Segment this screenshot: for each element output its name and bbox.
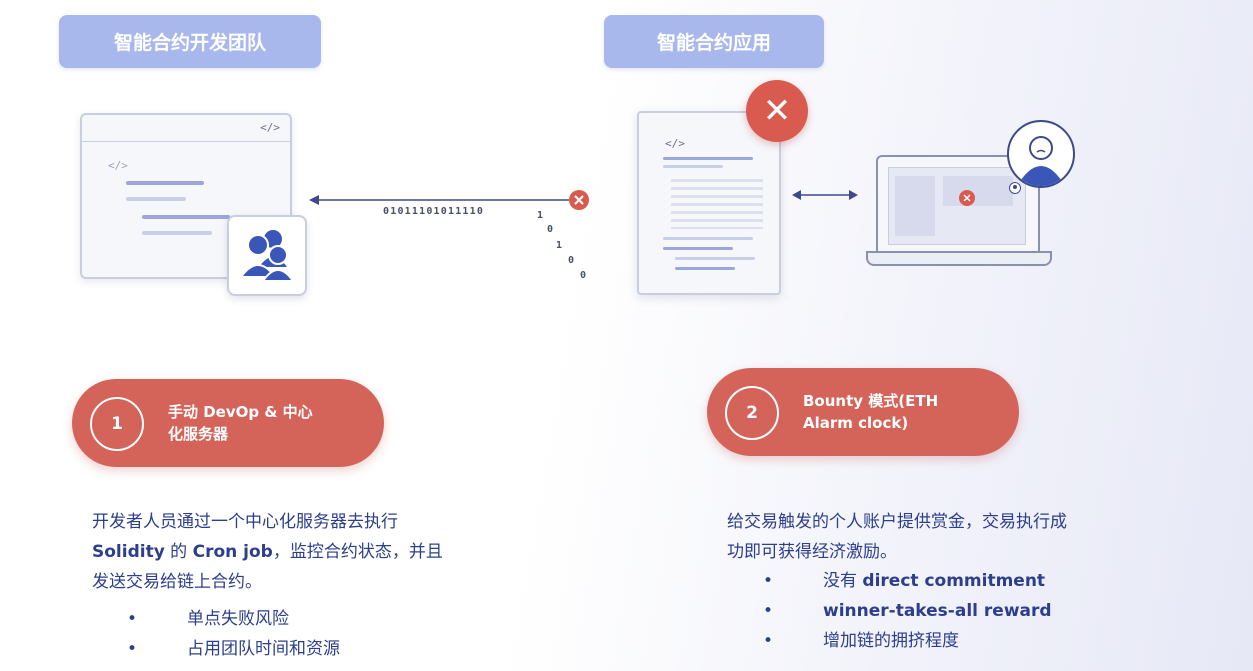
code-line (126, 197, 186, 201)
app-panel (943, 176, 1013, 206)
app-window (888, 167, 1026, 245)
close-icon: ✕ (746, 80, 808, 142)
left-bullet-list: • 单点失败风险 • 占用团队时间和资源 (127, 604, 487, 664)
laptop-base (866, 251, 1052, 266)
code-line (126, 181, 204, 185)
team-icon (239, 230, 295, 282)
step-2-pill: 2 Bounty 模式(ETH Alarm clock) (707, 368, 1019, 456)
binary-data-block (671, 179, 763, 229)
close-icon (959, 190, 975, 206)
falling-bit: 0 (568, 255, 575, 266)
code-line (142, 231, 212, 235)
code-line (675, 267, 735, 270)
step-number: 2 (725, 386, 779, 440)
transaction-arrow (309, 190, 589, 210)
code-line (142, 215, 230, 219)
code-line (663, 165, 723, 168)
falling-bit: 1 (556, 240, 563, 251)
step-1-pill: 1 手动 DevOp & 中心 化服务器 (72, 379, 384, 467)
falling-bit: 0 (547, 224, 554, 235)
code-line (663, 237, 753, 240)
falling-bit: 1 (537, 210, 544, 221)
list-item: • 单点失败风险 (127, 609, 289, 629)
contract-document: </> (637, 111, 781, 295)
list-item: • 没有 direct commitment (763, 571, 1046, 591)
contract-app-title: 智能合约应用 (604, 15, 824, 68)
left-description: 开发者人员通过一个中心化服务器去执行 Solidity 的 Cron job，监… (92, 512, 443, 592)
dev-team-title: 智能合约开发团队 (59, 15, 321, 68)
code-tag-icon: </> (108, 159, 128, 172)
falling-bit: 0 (580, 270, 587, 281)
code-tag-icon: </> (260, 121, 280, 134)
list-item: • 占用团队时间和资源 (127, 639, 340, 659)
code-tag-icon: </> (665, 137, 685, 150)
user-icon (1009, 182, 1021, 194)
list-item: • winner-takes-all reward (763, 601, 1052, 621)
code-line (663, 157, 753, 160)
bit-stream: 01011101011110 (383, 206, 485, 217)
app-sidebar (895, 176, 935, 236)
team-badge (227, 215, 307, 296)
list-item: • 增加链的拥挤程度 (763, 631, 959, 651)
right-description: 给交易触发的个人账户提供赏金，交易执行成 功即可获得经济激励。 (727, 512, 1067, 562)
code-line (675, 257, 755, 260)
window-title-bar: </> (82, 115, 290, 142)
step-label: 手动 DevOp & 中心 化服务器 (168, 403, 313, 443)
user-avatar-icon (1007, 120, 1075, 188)
double-arrow-icon (792, 190, 858, 200)
right-bullet-list: • 没有 direct commitment • winner-takes-all … (763, 566, 1163, 656)
code-line (663, 247, 733, 250)
step-label: Bounty 模式(ETH Alarm clock) (803, 392, 939, 432)
step-number: 1 (90, 397, 144, 451)
